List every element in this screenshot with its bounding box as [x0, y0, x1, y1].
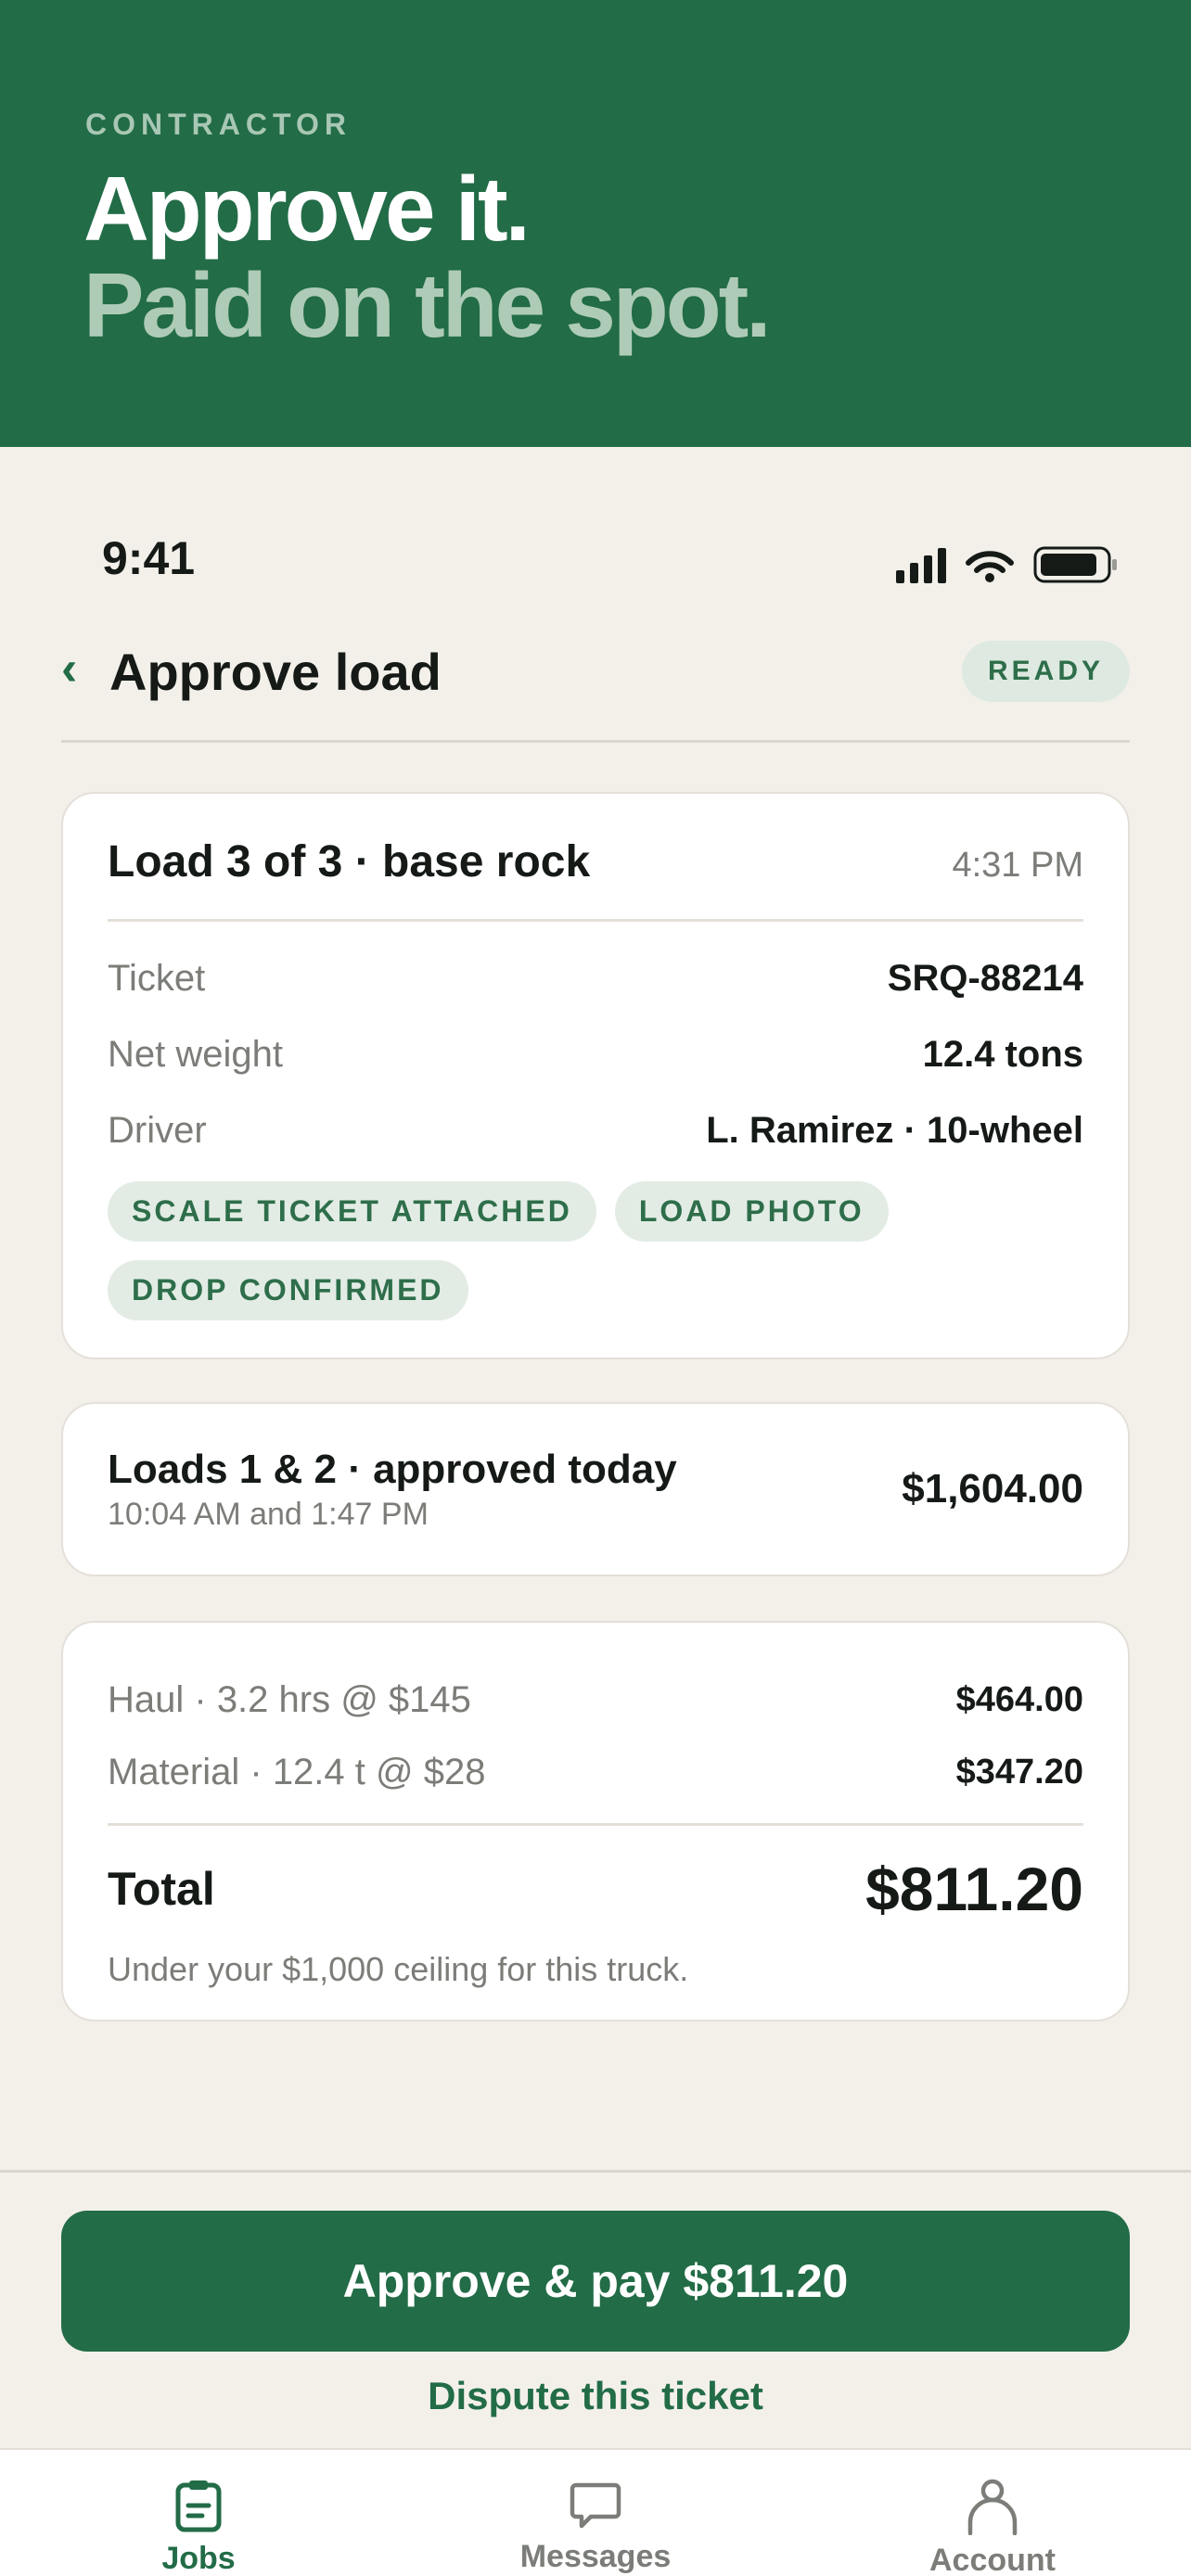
chip-scale-ticket[interactable]: SCALE TICKET ATTACHED	[108, 1181, 596, 1242]
tab-label: Jobs	[161, 2541, 236, 2576]
tab-label: Account	[929, 2543, 1056, 2576]
total-label: Total	[108, 1863, 215, 1915]
previous-loads-card: Loads 1 & 2 · approved today 10:04 AM an…	[61, 1402, 1130, 1576]
chevron-left-icon: ‹	[61, 642, 78, 695]
previous-loads-times: 10:04 AM and 1:47 PM	[108, 1496, 429, 1532]
tab-jobs[interactable]: Jobs	[59, 2478, 338, 2576]
clipboard-icon	[175, 2480, 222, 2532]
detail-row-ticket: Ticket SRQ-88214	[108, 940, 1083, 1016]
chip-drop-confirmed: DROP CONFIRMED	[108, 1260, 468, 1320]
hero-subheadline: Paid on the spot.	[83, 254, 771, 356]
previous-loads-title: Loads 1 & 2 · approved today	[108, 1446, 677, 1492]
tab-label: Messages	[519, 2539, 672, 2574]
battery-icon	[1033, 546, 1117, 583]
cost-summary-card: Haul · 3.2 hrs @ $145 $464.00 Material ·…	[61, 1621, 1130, 2021]
detail-value: L. Ramirez · 10-wheel	[706, 1109, 1083, 1151]
load-card: Load 3 of 3 · base rock 4:31 PM Ticket S…	[61, 792, 1130, 1359]
divider	[108, 1823, 1083, 1826]
line-item-value: $464.00	[955, 1679, 1083, 1719]
detail-value: SRQ-88214	[887, 957, 1083, 999]
nav-header: ‹ Approve load READY	[61, 636, 1130, 707]
wifi-icon	[966, 551, 1014, 582]
approve-pay-button[interactable]: Approve & pay $811.20	[61, 2211, 1130, 2352]
tab-account[interactable]: Account	[853, 2478, 1132, 2576]
line-item-haul: Haul · 3.2 hrs @ $145 $464.00	[108, 1664, 1083, 1736]
previous-loads-amount: $1,604.00	[902, 1466, 1083, 1511]
chip-load-photo[interactable]: LOAD PHOTO	[614, 1181, 889, 1242]
load-title: Load 3 of 3 · base rock	[108, 837, 591, 886]
tab-messages[interactable]: Messages	[456, 2478, 735, 2575]
line-item-label: Haul · 3.2 hrs @ $145	[108, 1678, 471, 1720]
total-amount: $811.20	[865, 1855, 1083, 1923]
hero-headline: Approve it.	[83, 158, 531, 260]
page-title: Approve load	[109, 642, 442, 701]
detail-label: Ticket	[108, 957, 206, 999]
hero-kicker: CONTRACTOR	[85, 108, 352, 141]
line-item-material: Material · 12.4 t @ $28 $347.20	[108, 1736, 1083, 1808]
tab-bar: Jobs Messages Account	[0, 2448, 1191, 2576]
ceiling-note: Under your $1,000 ceiling for this truck…	[108, 1950, 689, 1988]
load-time: 4:31 PM	[952, 846, 1083, 885]
detail-label: Driver	[108, 1109, 207, 1151]
status-badge: READY	[961, 641, 1130, 702]
action-divider	[0, 2170, 1191, 2173]
chat-bubble-icon	[570, 2482, 621, 2529]
detail-value: 12.4 tons	[922, 1033, 1083, 1075]
nav-divider	[61, 740, 1130, 743]
cellular-signal-icon	[896, 546, 946, 583]
back-button[interactable]: ‹	[61, 644, 108, 693]
detail-row-net-weight: Net weight 12.4 tons	[108, 1016, 1083, 1092]
status-time: 9:41	[102, 532, 196, 584]
hero-banner: CONTRACTOR Approve it. Paid on the spot.	[0, 0, 1191, 447]
person-icon	[967, 2479, 1018, 2535]
total-row: Total $811.20	[108, 1843, 1083, 1935]
verification-chips: SCALE TICKET ATTACHED LOAD PHOTO DROP CO…	[108, 1181, 1083, 1320]
detail-row-driver: Driver L. Ramirez · 10-wheel	[108, 1092, 1083, 1168]
status-icons	[896, 545, 1119, 584]
divider	[108, 919, 1083, 922]
dispute-ticket-link[interactable]: Dispute this ticket	[0, 2374, 1191, 2418]
detail-label: Net weight	[108, 1033, 283, 1075]
line-item-label: Material · 12.4 t @ $28	[108, 1751, 486, 1792]
line-item-value: $347.20	[955, 1752, 1083, 1792]
